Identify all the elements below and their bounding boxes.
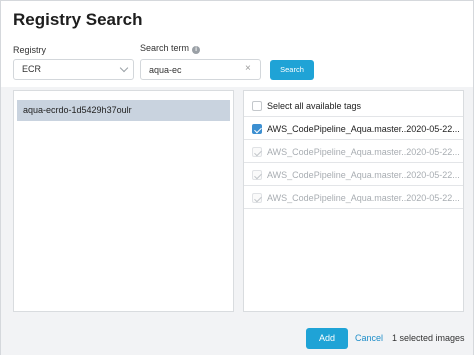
tag-row: AWS_CodePipeline_Aqua.master..2020-05-22…	[244, 187, 463, 209]
repository-item[interactable]: aqua-ecrdo-1d5429h37oulr	[17, 100, 230, 121]
tag-checkbox-disabled	[252, 147, 262, 157]
tag-list-panel: Select all available tags AWS_CodePipeli…	[243, 90, 464, 312]
tag-label: AWS_CodePipeline_Aqua.master..2020-05-22…	[267, 193, 460, 203]
tag-checkbox-disabled	[252, 170, 262, 180]
add-button[interactable]: Add	[306, 328, 348, 349]
select-all-row[interactable]: Select all available tags	[244, 95, 463, 117]
tag-label: AWS_CodePipeline_Aqua.master..2020-05-22…	[267, 147, 460, 157]
dialog-title: Registry Search	[13, 10, 143, 29]
select-all-checkbox[interactable]	[252, 101, 262, 111]
tag-checkbox[interactable]	[252, 124, 262, 134]
search-form: Registry ECR Search termi × Search	[1, 37, 473, 87]
registry-select[interactable]: ECR	[13, 59, 134, 80]
tag-row: AWS_CodePipeline_Aqua.master..2020-05-22…	[244, 164, 463, 186]
registry-search-dialog: Registry Search Registry ECR Search term…	[0, 0, 474, 355]
search-term-label-text: Search term	[140, 43, 190, 53]
chevron-down-icon	[119, 63, 129, 73]
tag-label: AWS_CodePipeline_Aqua.master..2020-05-22…	[267, 124, 460, 134]
registry-select-value: ECR	[22, 64, 42, 74]
cancel-link[interactable]: Cancel	[355, 333, 383, 343]
select-all-label: Select all available tags	[267, 101, 362, 111]
tag-row: AWS_CodePipeline_Aqua.master..2020-05-22…	[244, 141, 463, 163]
tag-label: AWS_CodePipeline_Aqua.master..2020-05-22…	[267, 170, 460, 180]
repository-list-panel: aqua-ecrdo-1d5429h37oulr	[13, 90, 234, 312]
dialog-header: Registry Search	[1, 1, 473, 37]
search-term-input[interactable]	[140, 59, 261, 80]
search-button[interactable]: Search	[270, 60, 314, 80]
dialog-footer: Add Cancel 1 selected images	[1, 321, 473, 355]
tag-checkbox-disabled	[252, 193, 262, 203]
clear-icon[interactable]: ×	[245, 64, 251, 74]
tag-row[interactable]: AWS_CodePipeline_Aqua.master..2020-05-22…	[244, 118, 463, 140]
info-icon[interactable]: i	[192, 46, 201, 54]
registry-label: Registry	[13, 45, 47, 55]
search-term-label: Search term i	[140, 43, 201, 54]
selected-count: 1 selected images	[392, 333, 465, 343]
